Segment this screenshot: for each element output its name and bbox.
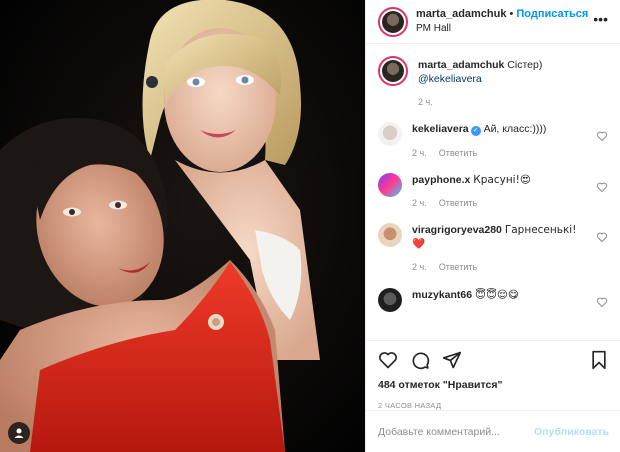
comment-text: Красуні!😍 [473, 173, 531, 186]
heart-icon[interactable] [378, 350, 398, 370]
comment-time: 2 ч. [412, 262, 427, 273]
avatar[interactable] [378, 6, 408, 37]
post-header: marta_adamchuk • Подписаться PM Hall ••• [366, 0, 620, 44]
bookmark-icon[interactable] [589, 350, 609, 370]
comment-text: 😇😇😌😋 [475, 288, 519, 301]
heart-icon[interactable] [596, 231, 608, 243]
comment-time: 2 ч. [412, 197, 427, 208]
caption-username[interactable]: marta_adamchuk [418, 59, 504, 71]
heart-icon[interactable] [596, 130, 608, 142]
caption: marta_adamchuk Сістер) @kekeliavera 2 ч. [378, 56, 608, 108]
share-icon[interactable] [442, 350, 462, 370]
post-sidebar: marta_adamchuk • Подписаться PM Hall ••• m… [365, 0, 620, 452]
reply-button[interactable]: Ответить [439, 261, 477, 273]
caption-time: 2 ч. [418, 97, 433, 108]
more-icon[interactable]: ••• [593, 12, 608, 26]
comment-username[interactable]: muzykant66 [412, 289, 472, 301]
comment-input[interactable] [378, 425, 535, 438]
avatar[interactable] [378, 122, 402, 147]
reply-button[interactable]: Ответить [439, 197, 477, 209]
post-actions: 484 отметок "Нравится" 2 ЧАСОВ НАЗАД [366, 340, 620, 410]
comments-list[interactable]: marta_adamchuk Сістер) @kekeliavera 2 ч.… [366, 44, 620, 340]
caption-text: Сістер) [507, 59, 543, 71]
comment-icon[interactable] [410, 350, 430, 370]
post-timestamp[interactable]: 2 ЧАСОВ НАЗАД [378, 401, 609, 410]
verified-icon: ✓ [470, 126, 481, 137]
likes-count[interactable]: 484 отметок "Нравится" [378, 379, 609, 391]
avatar[interactable] [378, 172, 402, 197]
avatar[interactable] [378, 223, 402, 248]
heart-icon[interactable] [596, 181, 608, 193]
tag-user-icon[interactable] [8, 422, 30, 444]
reply-button[interactable]: Ответить [439, 147, 477, 159]
add-comment-bar: Опубликовать [366, 410, 620, 452]
comment-item: kekeliavera ✓ Ай, класс:)))) 2 ч. Ответить [378, 122, 608, 158]
comment-time: 2 ч. [412, 147, 427, 158]
comment-item: payphone.x Красуні!😍 2 ч. Ответить [378, 172, 608, 209]
avatar[interactable] [378, 56, 408, 86]
comment-username[interactable]: payphone.x [412, 174, 470, 186]
post-photo[interactable] [0, 0, 365, 452]
heart-icon[interactable] [596, 296, 608, 308]
author-username[interactable]: marta_adamchuk [416, 8, 507, 20]
photo-illustration [0, 0, 365, 452]
avatar[interactable] [378, 287, 402, 312]
follow-button[interactable]: Подписаться [516, 8, 588, 20]
location-link[interactable]: PM Hall [416, 23, 588, 35]
separator-dot: • [509, 7, 514, 20]
comment-item: muzykant66 😇😇😌😋 [378, 287, 608, 312]
comment-username[interactable]: viragrigoryeva280 [412, 224, 502, 236]
comment-username[interactable]: kekeliavera [412, 123, 469, 135]
comment-text: Ай, класс:)))) [483, 123, 547, 136]
comment-item: viragrigoryeva280 Гарнесенькі! ❤️ 2 ч. От… [378, 223, 608, 273]
caption-mention[interactable]: @kekeliavera [418, 73, 482, 85]
publish-button[interactable]: Опубликовать [534, 426, 609, 438]
